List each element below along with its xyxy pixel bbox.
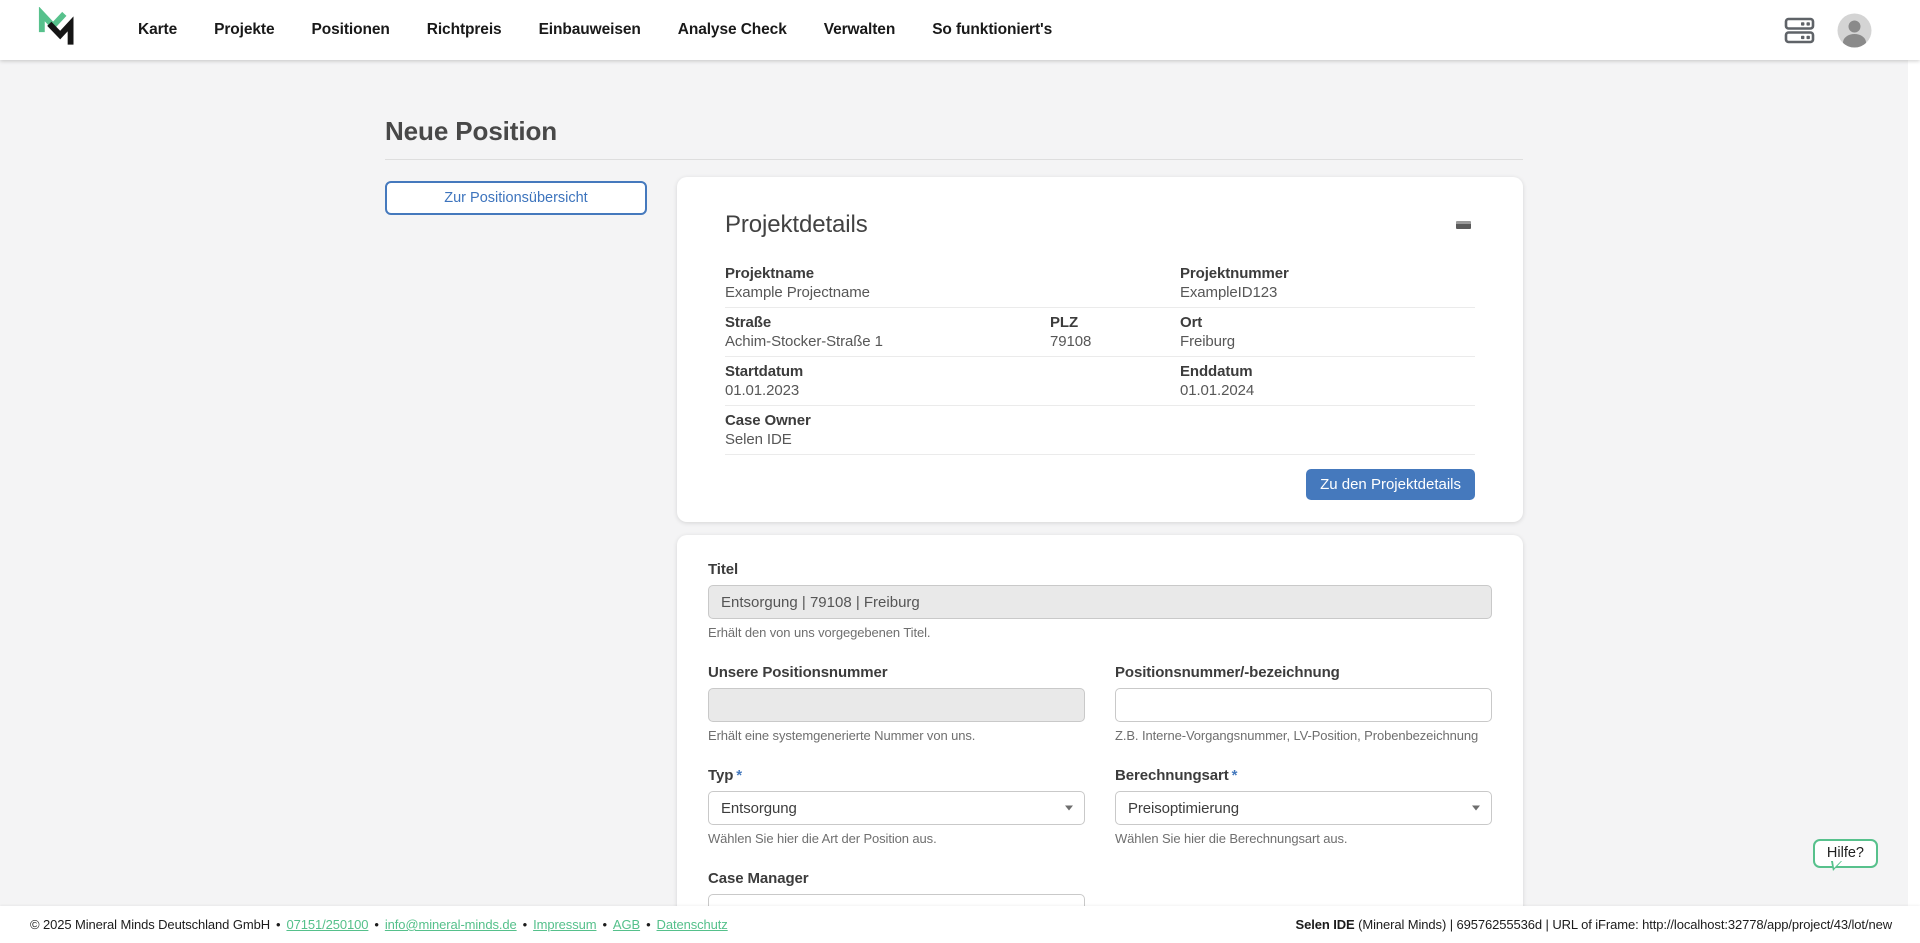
field-label: Ort: [1180, 314, 1475, 331]
typ-label-text: Typ: [708, 767, 733, 784]
positionsnummer-input[interactable]: [1115, 688, 1492, 722]
footer-left: © 2025 Mineral Minds Deutschland GmbH • …: [30, 917, 728, 932]
nav-item-so-funktionierts[interactable]: So funktioniert's: [932, 21, 1052, 39]
back-to-positions-button[interactable]: Zur Positionsübersicht: [385, 181, 647, 215]
brand-logo[interactable]: [36, 7, 76, 54]
titel-group: Titel Erhält den von uns vorgegebenen Ti…: [708, 561, 1492, 640]
positionsnummer-group: Positionsnummer/-bezeichnung Z.B. Intern…: [1115, 664, 1492, 743]
footer-separator: •: [602, 917, 606, 932]
help-button[interactable]: Hilfe?: [1813, 839, 1878, 868]
nav-item-analyse-check[interactable]: Analyse Check: [678, 21, 787, 39]
table-row: Straße Achim-Stocker-Straße 1 PLZ 79108 …: [725, 308, 1475, 357]
mineral-minds-logo-icon: [36, 7, 76, 54]
footer-separator: •: [523, 917, 527, 932]
collapse-card-button[interactable]: [1452, 217, 1475, 233]
position-form-card: Titel Erhält den von uns vorgegebenen Ti…: [677, 535, 1523, 943]
user-avatar-icon[interactable]: [1837, 13, 1872, 48]
field-label: Case Owner: [725, 412, 1180, 429]
nav-item-projekte[interactable]: Projekte: [214, 21, 274, 39]
footer-copyright: © 2025 Mineral Minds Deutschland GmbH: [30, 917, 270, 932]
berechnungsart-hint: Wählen Sie hier die Berechnungsart aus.: [1115, 831, 1492, 846]
berechnungsart-select[interactable]: Preisoptimierung: [1115, 791, 1492, 825]
nav-item-einbauweisen[interactable]: Einbauweisen: [539, 21, 641, 39]
typ-label: Typ*: [708, 767, 1085, 784]
case-manager-label: Case Manager: [708, 870, 1085, 887]
positionsnummer-hint: Z.B. Interne-Vorgangsnummer, LV-Position…: [1115, 728, 1492, 743]
table-row: Startdatum 01.01.2023 Enddatum 01.01.202…: [725, 357, 1475, 406]
berechnungsart-select-value: Preisoptimierung: [1128, 800, 1239, 817]
field-value: Achim-Stocker-Straße 1: [725, 333, 1050, 350]
project-details-card: Projektdetails Projektname Example Proje…: [677, 177, 1523, 522]
page-title: Neue Position: [385, 116, 1523, 147]
page-container: Neue Position Zur Positionsübersicht Pro…: [385, 116, 1523, 943]
nav-item-karte[interactable]: Karte: [138, 21, 177, 39]
field-label: Projektname: [725, 265, 1180, 282]
unsere-positionsnummer-hint: Erhält eine systemgenerierte Nummer von …: [708, 728, 1085, 743]
footer-session-user: Selen IDE: [1296, 917, 1355, 932]
unsere-positionsnummer-label: Unsere Positionsnummer: [708, 664, 1085, 681]
typ-select-value: Entsorgung: [721, 800, 797, 817]
field-value: 79108: [1050, 333, 1180, 350]
footer-datenschutz-link[interactable]: Datenschutz: [657, 917, 728, 932]
berechnungsart-label: Berechnungsart*: [1115, 767, 1492, 784]
field-value: Example Projectname: [725, 284, 1180, 301]
minus-icon: [1456, 221, 1471, 229]
project-details-title: Projektdetails: [725, 211, 868, 239]
chevron-down-icon: [1472, 806, 1480, 811]
field-value: Selen IDE: [725, 431, 1180, 448]
field-label: PLZ: [1050, 314, 1180, 331]
footer-email-link[interactable]: info@mineral-minds.de: [385, 917, 517, 932]
required-asterisk: *: [736, 767, 742, 784]
positionsnummer-label: Positionsnummer/-bezeichnung: [1115, 664, 1492, 681]
footer-impressum-link[interactable]: Impressum: [533, 917, 596, 932]
footer-session-info: Selen IDE (Mineral Minds) | 69576255536d…: [1296, 917, 1892, 932]
field-label: Projektnummer: [1180, 265, 1475, 282]
typ-hint: Wählen Sie hier die Art der Position aus…: [708, 831, 1085, 846]
field-label: Startdatum: [725, 363, 1180, 380]
footer-separator: •: [276, 917, 280, 932]
required-asterisk: *: [1232, 767, 1238, 784]
unsere-positionsnummer-group: Unsere Positionsnummer Erhält eine syste…: [708, 664, 1085, 743]
nav-item-richtpreis[interactable]: Richtpreis: [427, 21, 502, 39]
nav-item-positionen[interactable]: Positionen: [312, 21, 390, 39]
footer-separator: •: [646, 917, 650, 932]
table-row: Case Owner Selen IDE: [725, 406, 1475, 455]
project-details-table: Projektname Example Projectname Projektn…: [725, 259, 1475, 455]
nav-item-verwalten[interactable]: Verwalten: [824, 21, 895, 39]
table-row: Projektname Example Projectname Projektn…: [725, 259, 1475, 308]
titel-label: Titel: [708, 561, 1492, 578]
left-column: Zur Positionsübersicht: [385, 177, 647, 215]
field-value: 01.01.2024: [1180, 382, 1475, 399]
main-viewport: Neue Position Zur Positionsübersicht Pro…: [0, 60, 1908, 943]
footer-separator: •: [374, 917, 378, 932]
berechnungsart-label-text: Berechnungsart: [1115, 767, 1229, 784]
titel-hint: Erhält den von uns vorgegebenen Titel.: [708, 625, 1492, 640]
chevron-down-icon: [1065, 806, 1073, 811]
title-divider: [385, 159, 1523, 160]
footer-session-rest: (Mineral Minds) | 69576255536d | URL of …: [1358, 917, 1892, 932]
top-navbar: Karte Projekte Positionen Richtpreis Ein…: [0, 0, 1920, 60]
right-column: Projektdetails Projektname Example Proje…: [677, 177, 1523, 943]
typ-select[interactable]: Entsorgung: [708, 791, 1085, 825]
berechnungsart-group: Berechnungsart* Preisoptimierung Wählen …: [1115, 767, 1492, 846]
titel-input: [708, 585, 1492, 619]
unsere-positionsnummer-input: [708, 688, 1085, 722]
main-nav: Karte Projekte Positionen Richtpreis Ein…: [138, 21, 1052, 39]
footer-phone-link[interactable]: 07151/250100: [286, 917, 368, 932]
field-label: Enddatum: [1180, 363, 1475, 380]
field-label: Straße: [725, 314, 1050, 331]
navbar-right: [1784, 13, 1872, 48]
typ-group: Typ* Entsorgung Wählen Sie hier die Art …: [708, 767, 1085, 846]
field-value: Freiburg: [1180, 333, 1475, 350]
footer-agb-link[interactable]: AGB: [613, 917, 640, 932]
server-icon[interactable]: [1784, 16, 1815, 45]
page-footer: © 2025 Mineral Minds Deutschland GmbH • …: [0, 906, 1920, 943]
go-to-project-details-button[interactable]: Zu den Projektdetails: [1306, 469, 1475, 500]
field-value: ExampleID123: [1180, 284, 1475, 301]
field-value: 01.01.2023: [725, 382, 1180, 399]
